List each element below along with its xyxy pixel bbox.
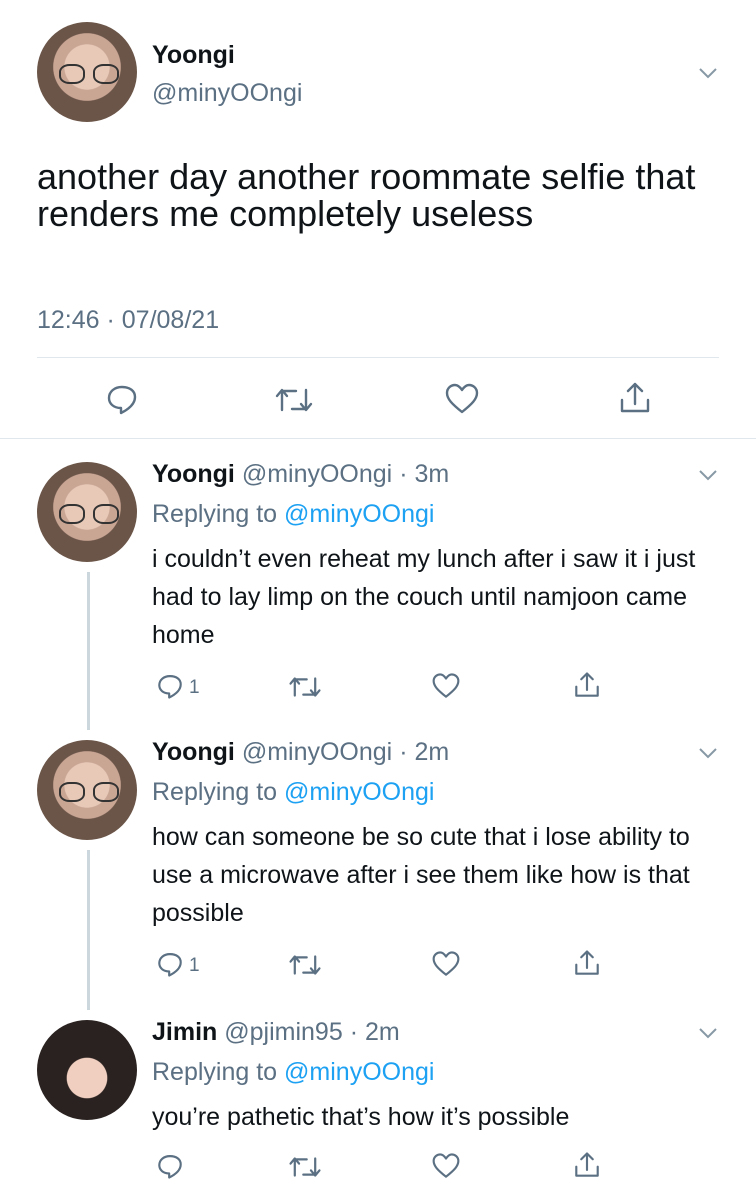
share-icon[interactable]	[618, 380, 652, 416]
retweet-icon[interactable]	[288, 1154, 322, 1180]
avatar-reply-3[interactable]	[37, 1020, 137, 1120]
replying-to: Replying to @minyOOngi	[152, 778, 435, 806]
retweet-icon[interactable]	[288, 952, 322, 978]
tweet-timestamp[interactable]: 12:46 · 07/08/21	[37, 306, 219, 335]
like-icon[interactable]	[431, 950, 461, 978]
like-icon[interactable]	[431, 1152, 461, 1180]
like-icon[interactable]	[431, 672, 461, 700]
retweet-icon[interactable]	[274, 385, 314, 415]
reply-count: 1	[189, 955, 200, 976]
reply-icon[interactable]	[156, 672, 184, 700]
avatar-reply-2[interactable]	[37, 740, 137, 840]
author-handle[interactable]: @minyOOngi	[242, 460, 392, 488]
replying-to: Replying to @minyOOngi	[152, 500, 435, 528]
chevron-down-icon[interactable]	[697, 62, 719, 84]
reply-time[interactable]: · 3m	[399, 460, 449, 488]
reply-text: i couldn’t even reheat my lunch after i …	[152, 545, 696, 649]
thread-line	[87, 572, 90, 730]
share-icon[interactable]	[573, 670, 601, 700]
reply-header: Yoongi @minyOOngi · 3m	[152, 460, 449, 489]
reply-icon[interactable]	[156, 950, 184, 978]
author-handle[interactable]: @minyOOngi	[242, 738, 392, 766]
reply-icon[interactable]	[105, 382, 139, 416]
reply-header: Yoongi @minyOOngi · 2m	[152, 738, 449, 767]
divider	[37, 357, 719, 358]
reply-text: how can someone be so cute that i lose a…	[152, 823, 690, 927]
mention-link[interactable]: @minyOOngi	[284, 778, 434, 806]
author-handle[interactable]: @minyOOngi	[152, 79, 302, 108]
mention-link[interactable]: @minyOOngi	[284, 500, 434, 528]
reply-time[interactable]: · 2m	[350, 1018, 400, 1046]
tweet-text: another day another roommate selfie that…	[37, 156, 696, 234]
like-icon[interactable]	[444, 382, 480, 416]
chevron-down-icon[interactable]	[697, 742, 719, 764]
thread-line	[87, 850, 90, 1010]
author-name[interactable]: Yoongi	[152, 460, 235, 488]
reply-icon[interactable]	[156, 1152, 184, 1180]
retweet-icon[interactable]	[288, 674, 322, 700]
author-name[interactable]: Yoongi	[152, 41, 235, 70]
replying-to: Replying to @minyOOngi	[152, 1058, 435, 1086]
reply-text: you’re pathetic that’s how it’s possible	[152, 1103, 570, 1131]
mention-link[interactable]: @minyOOngi	[284, 1058, 434, 1086]
author-handle[interactable]: @pjimin95	[224, 1018, 342, 1046]
avatar-main[interactable]	[37, 22, 137, 122]
chevron-down-icon[interactable]	[697, 464, 719, 486]
share-icon[interactable]	[573, 948, 601, 978]
author-name[interactable]: Yoongi	[152, 738, 235, 766]
author-name[interactable]: Jimin	[152, 1018, 217, 1046]
share-icon[interactable]	[573, 1150, 601, 1180]
avatar-reply-1[interactable]	[37, 462, 137, 562]
reply-header: Jimin @pjimin95 · 2m	[152, 1018, 400, 1047]
chevron-down-icon[interactable]	[697, 1022, 719, 1044]
divider	[0, 438, 756, 439]
reply-time[interactable]: · 2m	[399, 738, 449, 766]
reply-count: 1	[189, 677, 200, 698]
